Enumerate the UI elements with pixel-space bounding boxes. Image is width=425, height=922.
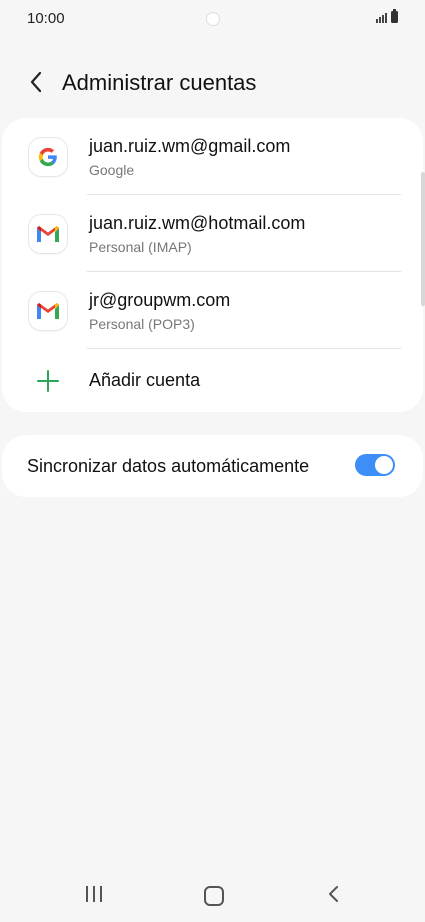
home-icon[interactable] xyxy=(204,886,224,906)
account-row-google[interactable]: juan.ruiz.wm@gmail.com Google xyxy=(2,118,423,195)
page-title: Administrar cuentas xyxy=(62,70,257,95)
sync-card[interactable]: Sincronizar datos automáticamente xyxy=(2,435,423,497)
recents-icon[interactable] xyxy=(86,886,104,904)
sync-label: Sincronizar datos automáticamente xyxy=(27,456,310,476)
google-icon xyxy=(29,138,67,176)
back-icon[interactable] xyxy=(324,884,344,904)
accounts-card: juan.ruiz.wm@gmail.com Google juan.ruiz.… xyxy=(2,118,423,412)
plus-icon xyxy=(37,370,59,392)
status-icons xyxy=(376,9,398,23)
add-account-button[interactable]: Añadir cuenta xyxy=(2,349,423,412)
account-type: Google xyxy=(89,162,135,178)
navigation-bar xyxy=(0,872,425,922)
status-time: 10:00 xyxy=(27,10,65,27)
camera-cutout xyxy=(206,12,220,26)
chevron-left-icon xyxy=(30,71,42,93)
toggle-knob xyxy=(375,456,393,474)
account-type: Personal (POP3) xyxy=(89,316,195,332)
account-email: juan.ruiz.wm@hotmail.com xyxy=(89,213,306,233)
account-type: Personal (IMAP) xyxy=(89,239,192,255)
status-bar: 10:00 xyxy=(0,0,425,38)
signal-icon xyxy=(376,11,387,23)
account-email: juan.ruiz.wm@gmail.com xyxy=(89,136,291,156)
add-account-label: Añadir cuenta xyxy=(89,370,201,390)
gmail-icon xyxy=(29,292,67,330)
app-header: Administrar cuentas xyxy=(0,58,425,108)
account-row-hotmail[interactable]: juan.ruiz.wm@hotmail.com Personal (IMAP) xyxy=(2,195,423,272)
account-email: jr@groupwm.com xyxy=(89,290,231,310)
account-row-groupwm[interactable]: jr@groupwm.com Personal (POP3) xyxy=(2,272,423,349)
battery-icon xyxy=(391,9,398,23)
scrollbar[interactable] xyxy=(421,172,425,306)
gmail-icon xyxy=(29,215,67,253)
back-button[interactable] xyxy=(22,68,50,96)
sync-toggle[interactable] xyxy=(355,454,395,476)
